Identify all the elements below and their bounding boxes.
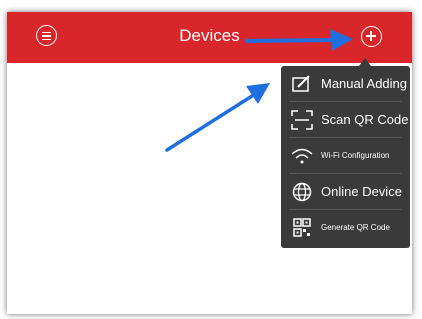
menu-item-label: Scan QR Code xyxy=(321,112,409,127)
menu-item-label: Generate QR Code xyxy=(321,223,390,232)
plus-circle-icon[interactable] xyxy=(361,26,382,47)
menu-item-label: Wi-Fi Configuration xyxy=(321,151,390,160)
globe-icon xyxy=(291,182,313,202)
dropdown-caret xyxy=(359,58,371,66)
menu-item-online-device[interactable]: Online Device xyxy=(281,174,410,210)
qr-code-icon xyxy=(291,218,313,238)
menu-item-label: Online Device xyxy=(321,184,402,199)
add-device-menu: Manual Adding Scan QR Code Wi-Fi Configu… xyxy=(281,66,410,248)
menu-item-scan-qr-code[interactable]: Scan QR Code xyxy=(281,102,410,138)
edit-pencil-icon xyxy=(291,74,313,94)
menu-item-label: Manual Adding xyxy=(321,76,408,91)
page-title: Devices xyxy=(179,26,240,45)
menu-item-generate-qr-code[interactable]: Generate QR Code xyxy=(281,210,410,246)
scan-qr-icon xyxy=(291,110,313,130)
top-bar: Devices xyxy=(7,12,412,63)
menu-item-wifi-configuration[interactable]: Wi-Fi Configuration xyxy=(281,138,410,174)
wifi-icon xyxy=(291,146,313,166)
menu-item-manual-adding[interactable]: Manual Adding xyxy=(281,66,410,102)
